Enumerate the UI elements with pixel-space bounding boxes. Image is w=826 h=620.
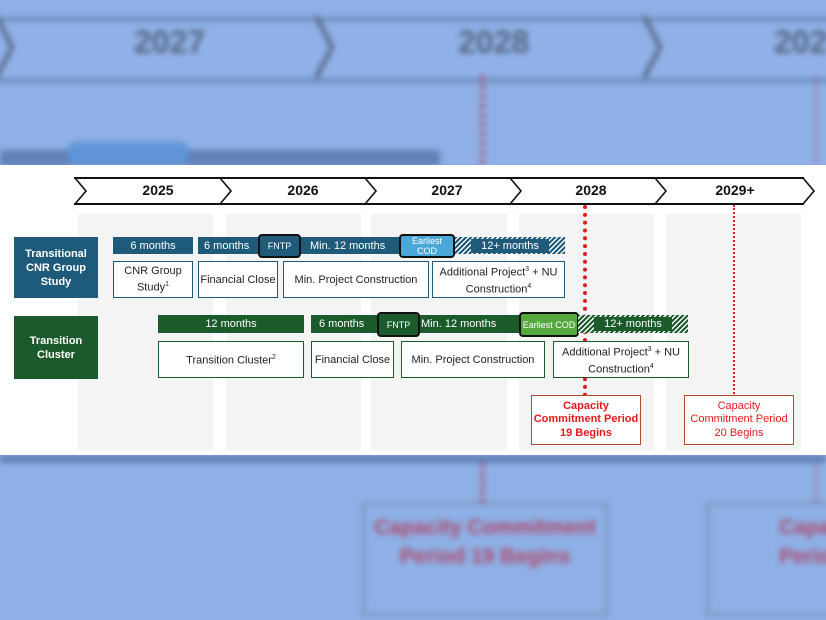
cnr-study-duration-bar: 6 months [113, 237, 193, 254]
backdrop-capacity-box: Capacity Commitment Period 19 Begins [362, 502, 608, 616]
cluster-study-box: Transition Cluster2 [158, 341, 304, 378]
chevron-icon [654, 177, 668, 205]
chevron-icon [364, 177, 378, 205]
row-label-cnr: Transitional CNR Group Study [14, 237, 98, 298]
backdrop-dashed-line [480, 75, 485, 165]
backdrop-dotted-line [815, 75, 817, 165]
cnr-construction-duration: Min. 12 months [310, 239, 386, 252]
year-label: 2027 [431, 182, 463, 198]
ccp20-milestone-box: Capacity Commitment Period 20 Begins [684, 395, 794, 445]
chevron-icon [74, 177, 88, 205]
cnr-study-box: CNR Group Study1 [113, 261, 193, 298]
cnr-financial-close-box: Financial Close [198, 261, 278, 298]
cnr-study-text: CNR Group Study [124, 265, 182, 294]
cluster-construction-box: Min. Project Construction [401, 341, 545, 378]
cluster-financial-close-box: Financial Close [311, 341, 394, 378]
year-label: 2028 [575, 182, 607, 198]
cluster-study-text: Transition Cluster [186, 354, 272, 367]
cnr-construction-duration-bar: 6 months Min. 12 months [198, 237, 408, 254]
cluster-construction-duration: Min. 12 months [421, 318, 497, 330]
backdrop-chevron [641, 14, 663, 80]
ccp19-milestone-box: Capacity Commitment Period 19 Begins [531, 395, 641, 445]
backdrop-year: 202 [774, 24, 826, 60]
cluster-study-duration-bar: 12 months [158, 315, 304, 333]
chevron-icon [509, 177, 523, 205]
backdrop-year: 2028 [458, 24, 530, 60]
backdrop-chevron [313, 14, 335, 80]
footnote-marker: 2 [271, 354, 276, 362]
cnr-additional-project-box: Additional Project3 + NU Construction4 [432, 261, 565, 298]
cluster-fntp-milestone: FNTP [377, 312, 420, 337]
year-label: 2029+ [715, 182, 755, 198]
chevron-icon [802, 177, 816, 205]
cnr-fc-duration: 6 months [204, 239, 250, 252]
chevron-icon [219, 177, 233, 205]
backdrop-ribbon [0, 17, 826, 83]
cluster-fc-duration: 6 months [319, 318, 365, 330]
backdrop-dotted-line [815, 463, 817, 503]
ccp20-milestone-line [733, 205, 735, 397]
cnr-additional-duration: 12+ months [471, 238, 549, 253]
row-label-cluster: Transition Cluster [14, 316, 98, 379]
cnr-additional-duration-bar: 12+ months [455, 237, 565, 254]
cluster-additional-project-box: Additional Project3 + NU Construction4 [553, 341, 689, 378]
cnr-fntp-milestone: FNTP [258, 234, 301, 258]
cnr-construction-box: Min. Project Construction [283, 261, 429, 298]
additional-project-text: Additional Project [439, 266, 526, 279]
cluster-earliest-cod-milestone: Earliest COD [519, 312, 579, 337]
backdrop-capacity-box: Capa Commi Period 2 [706, 502, 826, 616]
backdrop-year: 2027 [134, 24, 206, 60]
footnote-marker: 1 [165, 281, 170, 289]
additional-project-text: Additional Project [562, 346, 648, 359]
footnote-marker: 4 [649, 362, 654, 370]
backdrop-chevron [0, 18, 15, 76]
year-label: 2025 [142, 182, 174, 198]
cluster-additional-duration: 12+ months [594, 317, 672, 331]
footnote-marker: 4 [527, 282, 532, 290]
backdrop-bar [0, 455, 826, 463]
timeline-figure: 2025 2026 2027 2028 2029+ Transitional C… [0, 165, 826, 455]
cluster-additional-duration-bar: 12+ months [578, 315, 688, 333]
backdrop-dashed-line [480, 463, 485, 503]
backdrop-bar [0, 150, 440, 166]
year-label: 2026 [287, 182, 319, 198]
cnr-earliest-cod-milestone: Earliest COD [399, 234, 455, 258]
backdrop-pill [68, 142, 188, 164]
